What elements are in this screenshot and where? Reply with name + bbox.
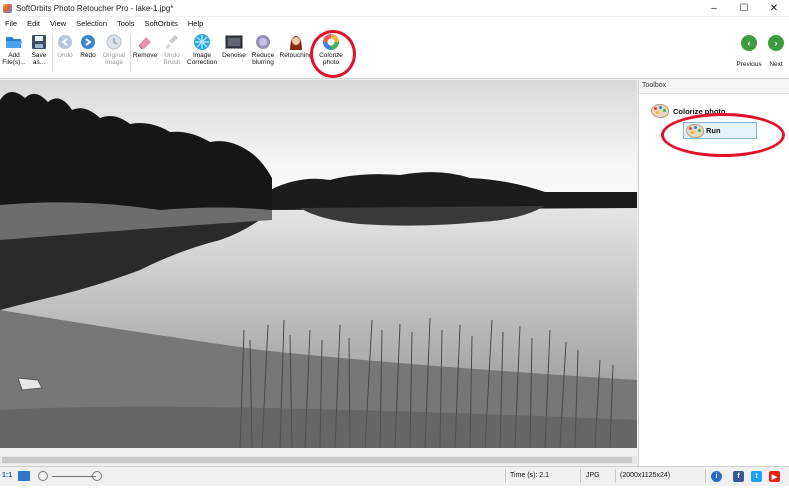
original-image-button[interactable]: Original Image bbox=[100, 33, 128, 66]
retouching-label: Retouching bbox=[279, 52, 313, 59]
brush-icon bbox=[163, 33, 181, 51]
remove-button[interactable]: Remove bbox=[132, 33, 158, 59]
status-separator bbox=[580, 469, 581, 483]
bottom-strip bbox=[0, 486, 789, 490]
image-correction-icon bbox=[193, 33, 211, 51]
toolbar: Add File(s)... Save as... Undo Redo Orig… bbox=[0, 30, 789, 79]
image-correction-button[interactable]: Image Correction bbox=[185, 33, 219, 66]
status-separator bbox=[705, 469, 706, 483]
toolbar-separator bbox=[52, 34, 53, 72]
eraser-icon bbox=[136, 33, 154, 51]
toolbar-separator bbox=[130, 34, 131, 72]
lake-photo bbox=[0, 80, 637, 448]
palette-icon bbox=[651, 104, 669, 118]
window-controls: – ☐ ✕ bbox=[699, 0, 789, 16]
menu-view[interactable]: View bbox=[45, 19, 71, 28]
undo-label: Undo bbox=[57, 52, 73, 59]
save-as-label: Save as... bbox=[31, 52, 47, 66]
retouching-button[interactable]: Retouching bbox=[279, 33, 313, 59]
add-files-label: Add File(s)... bbox=[2, 52, 26, 66]
app-logo-icon bbox=[3, 3, 12, 13]
status-separator bbox=[505, 469, 506, 483]
previous-button[interactable]: ‹ Previous bbox=[735, 33, 763, 68]
title-bar: SoftOrbits Photo Retoucher Pro - lake-1.… bbox=[0, 0, 789, 16]
next-label: Next bbox=[769, 61, 783, 68]
original-image-label: Original Image bbox=[102, 52, 126, 66]
info-icon[interactable]: i bbox=[711, 471, 722, 482]
redo-icon bbox=[79, 33, 97, 51]
menu-tools[interactable]: Tools bbox=[112, 19, 140, 28]
highlight-circle bbox=[661, 113, 785, 157]
reduce-blurring-button[interactable]: Reduce blurring bbox=[249, 33, 277, 66]
status-bar: 1:1 Time (s): 2.1 JPG (2000x1125x24) i f… bbox=[0, 466, 789, 486]
fit-to-window-icon[interactable] bbox=[18, 471, 30, 481]
next-button[interactable]: › Next bbox=[765, 33, 787, 68]
file-format: JPG bbox=[586, 472, 600, 479]
save-icon bbox=[30, 33, 48, 51]
undo-brush-label: Undo Brush bbox=[163, 52, 181, 66]
previous-label: Previous bbox=[736, 61, 762, 68]
denoise-icon bbox=[225, 33, 243, 51]
maximize-button[interactable]: ☐ bbox=[729, 0, 759, 16]
scrollbar-thumb[interactable] bbox=[2, 457, 632, 463]
close-button[interactable]: ✕ bbox=[759, 0, 789, 16]
next-arrow-icon: › bbox=[768, 35, 784, 51]
remove-label: Remove bbox=[132, 52, 158, 59]
reduce-blurring-label: Reduce blurring bbox=[251, 52, 275, 66]
undo-icon bbox=[56, 33, 74, 51]
open-folder-icon bbox=[5, 33, 23, 51]
twitter-icon[interactable]: t bbox=[751, 471, 762, 482]
image-canvas[interactable] bbox=[0, 80, 637, 448]
toolbox-header: Toolbox bbox=[639, 80, 789, 94]
youtube-icon[interactable]: ▶ bbox=[769, 471, 780, 482]
status-separator bbox=[615, 469, 616, 483]
menu-edit[interactable]: Edit bbox=[22, 19, 45, 28]
retouching-woman-icon bbox=[287, 33, 305, 51]
zoom-in-icon[interactable] bbox=[92, 471, 102, 481]
menu-selection[interactable]: Selection bbox=[71, 19, 112, 28]
denoise-label: Denoise bbox=[222, 52, 246, 59]
undo-button[interactable]: Undo bbox=[55, 33, 75, 59]
denoise-button[interactable]: Denoise bbox=[221, 33, 247, 59]
facebook-icon[interactable]: f bbox=[733, 471, 744, 482]
zoom-slider[interactable] bbox=[52, 476, 96, 477]
menu-bar: File Edit View Selection Tools SoftOrbit… bbox=[0, 17, 789, 30]
image-correction-label: Image Correction bbox=[187, 52, 217, 66]
minimize-button[interactable]: – bbox=[699, 0, 729, 16]
redo-button[interactable]: Redo bbox=[78, 33, 98, 59]
save-as-button[interactable]: Save as... bbox=[28, 33, 50, 66]
undo-brush-button[interactable]: Undo Brush bbox=[160, 33, 184, 66]
menu-help[interactable]: Help bbox=[183, 19, 208, 28]
window-title: SoftOrbits Photo Retoucher Pro - lake-1.… bbox=[16, 3, 174, 13]
highlight-circle bbox=[310, 30, 356, 78]
previous-arrow-icon: ‹ bbox=[741, 35, 757, 51]
add-files-button[interactable]: Add File(s)... bbox=[2, 33, 26, 66]
horizontal-scrollbar[interactable] bbox=[0, 456, 637, 464]
processing-time: Time (s): 2.1 bbox=[510, 472, 550, 479]
zoom-out-icon[interactable] bbox=[38, 471, 48, 481]
zoom-1to1-button[interactable]: 1:1 bbox=[2, 472, 12, 479]
menu-softorbits[interactable]: SoftOrbits bbox=[140, 19, 183, 28]
original-image-icon bbox=[105, 33, 123, 51]
menu-file[interactable]: File bbox=[0, 19, 22, 28]
image-dimensions: (2000x1125x24) bbox=[620, 472, 671, 479]
reduce-blurring-icon bbox=[254, 33, 272, 51]
redo-label: Redo bbox=[80, 52, 96, 59]
toolbox-panel: Toolbox Colorize photo Run bbox=[638, 80, 789, 466]
